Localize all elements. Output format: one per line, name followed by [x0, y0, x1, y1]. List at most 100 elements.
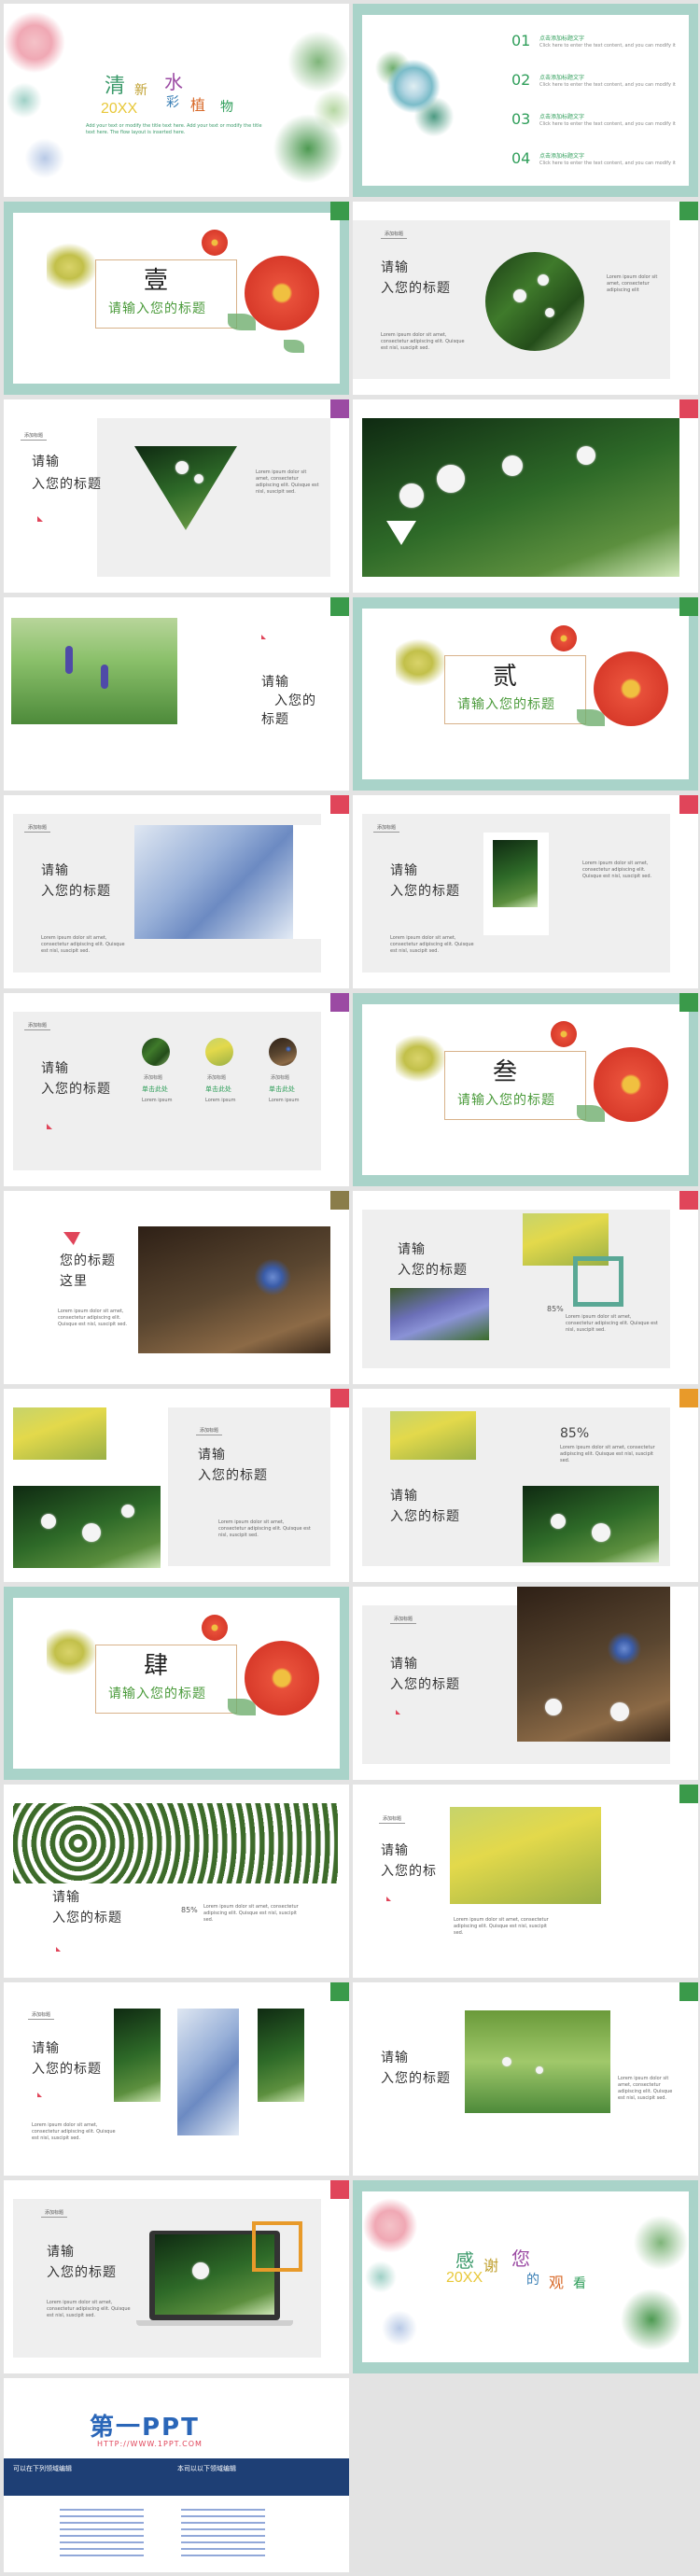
slide-title-line1: 请输	[390, 1657, 418, 1672]
cover-title-char-2: 新	[134, 83, 148, 98]
cover-title-char-4: 彩	[166, 95, 180, 110]
slide-19[interactable]: 请输 入您的标题 85% Lorem ipsum dolor sit amet,…	[4, 1785, 349, 1978]
cover-subtitle: Add your text or modify the title text h…	[86, 123, 262, 135]
tag-chip: 添加标题	[381, 230, 408, 239]
slide-11[interactable]: 添加标题 请输 入您的标题 添加标题 添加标题 添加标题 单击此处 单击此处 单…	[4, 993, 349, 1186]
page-badge	[330, 202, 349, 220]
page-badge	[679, 993, 698, 1012]
bokeh-flower-photo	[138, 1226, 330, 1353]
slide-14[interactable]: 请输 入您的标题 85% Lorem ipsum dolor sit amet,…	[353, 1191, 698, 1384]
brand-url[interactable]: HTTP://WWW.1PPT.COM	[97, 2440, 203, 2448]
gray-panel	[168, 1407, 330, 1566]
slide-title-line2: 入您的标题	[198, 1468, 268, 1483]
page-badge	[330, 993, 349, 1012]
slide-18[interactable]: 添加标题 请输 入您的标题	[353, 1587, 698, 1780]
grape-hyacinth	[101, 665, 108, 689]
side-text: Lorem ipsum dolor sit amet, consectetur …	[607, 274, 658, 293]
slide-9[interactable]: 添加标题 请输 入您的标题 Lorem ipsum dolor sit amet…	[4, 795, 349, 988]
agenda-desc: Click here to enter the text content, an…	[539, 121, 676, 127]
slide-6-photo[interactable]	[353, 399, 698, 593]
credits-links-right[interactable]	[181, 2509, 265, 2561]
blue-flower-photo	[134, 825, 293, 939]
slide-22[interactable]: 请输 入您的标题 Lorem ipsum dolor sit amet, con…	[353, 1982, 698, 2176]
page-badge	[330, 2180, 349, 2199]
slide-16[interactable]: 85% Lorem ipsum dolor sit amet, consecte…	[353, 1389, 698, 1582]
slide-17-section-4[interactable]: 肆 请输入您的标题	[4, 1587, 349, 1780]
palm-leaf	[47, 239, 103, 295]
red-camellia-large	[245, 1641, 319, 1715]
white-flower	[536, 2066, 543, 2074]
flower-circle-3	[269, 1038, 297, 1066]
slide-21[interactable]: 添加标题 请输 入您的标题 Lorem ipsum dolor sit amet…	[4, 1982, 349, 2176]
slide-23[interactable]: 添加标题 请输 入您的标题 Lorem ipsum dolor sit amet…	[4, 2180, 349, 2373]
red-flag-marker	[63, 1232, 80, 1245]
agenda-number: 03	[511, 110, 531, 128]
slide-20[interactable]: 添加标题 请输 入您的标 Lorem ipsum dolor sit amet,…	[353, 1785, 698, 1978]
section-number-char: 壹	[144, 267, 169, 295]
watercolor-flowers-left	[4, 4, 106, 197]
circle-flower-photo	[485, 252, 584, 351]
white-flower	[577, 446, 595, 465]
white-flower-photo	[523, 1486, 659, 1562]
slide-13[interactable]: 您的标题 这里 Lorem ipsum dolor sit amet, cons…	[4, 1191, 349, 1384]
slide-title-line1: 请输	[47, 2245, 75, 2260]
slide-12-section-3[interactable]: 叁 请输入您的标题	[353, 993, 698, 1186]
body-text: Lorem ipsum dolor sit amet, consectetur …	[47, 2300, 131, 2318]
laptop-base	[136, 2320, 293, 2326]
body-text: Lorem ipsum dolor sit amet, consectetur …	[560, 1445, 655, 1463]
watercolor-leaves-right	[595, 2191, 689, 2362]
slide-10[interactable]: 添加标题 请输 入您的标题 Lorem ipsum dolor sit amet…	[353, 795, 698, 988]
page-badge	[679, 597, 698, 616]
red-triangle-marker	[47, 1124, 52, 1129]
slide-3-section-1[interactable]: 壹 请输入您的标题	[4, 202, 349, 395]
white-flower	[502, 455, 523, 476]
slide-2-agenda[interactable]: 01 点击添加标题文字 Click here to enter the text c…	[353, 4, 698, 197]
slide-4[interactable]: 添加标题 请输 入您的标题 Lorem ipsum dolor sit amet…	[353, 202, 698, 395]
agenda-item[interactable]: 04 点击添加标题文字 Click here to enter the text c…	[511, 149, 679, 183]
leaf	[228, 1699, 256, 1715]
white-flower	[592, 1523, 610, 1542]
lavender-field-photo	[11, 618, 177, 724]
thanks-char-3: 您	[511, 2247, 531, 2270]
white-flower-photo	[13, 1486, 161, 1568]
slide-24-thanks[interactable]: 感 谢 您 的 观 看 20XX	[353, 2180, 698, 2373]
slide-title-line2: 入您的标题	[47, 2265, 117, 2280]
agenda-desc: Click here to enter the text content, an…	[539, 161, 676, 166]
slide-1-cover[interactable]: 清 新 水 彩 植 物 20XX Add your text or modify…	[4, 4, 349, 197]
red-triangle-marker	[396, 1710, 400, 1715]
slide-title-line1: 请输	[390, 1489, 418, 1504]
slide-title-line2: 入您的标题	[41, 884, 111, 899]
body-text: Lorem ipsum dolor sit amet, consectetur …	[218, 1519, 311, 1538]
agenda-list: 01 点击添加标题文字 Click here to enter the text c…	[511, 32, 679, 189]
slide-15[interactable]: 添加标题 请输 入您的标题 Lorem ipsum dolor sit amet…	[4, 1389, 349, 1582]
percent-value: 85%	[547, 1305, 564, 1313]
agenda-item[interactable]: 02 点击添加标题文字 Click here to enter the text c…	[511, 71, 679, 105]
agenda-item[interactable]: 01 点击添加标题文字 Click here to enter the text c…	[511, 32, 679, 65]
slide-title-line1: 请输	[52, 1890, 80, 1905]
agenda-item[interactable]: 03 点击添加标题文字 Click here to enter the text c…	[511, 110, 679, 144]
col-sub-2: 单击此处	[205, 1085, 231, 1093]
palm-leaf	[396, 1030, 452, 1086]
tag-chip: 添加标题	[41, 2208, 68, 2218]
red-camellia-bud	[202, 230, 228, 256]
brand-logo: 第一PPT	[90, 2414, 200, 2442]
section-title: 请输入您的标题	[457, 1093, 555, 1108]
leaf	[577, 709, 605, 726]
body-text: Lorem ipsum dolor sit amet, consectetur …	[454, 1917, 549, 1936]
red-triangle-marker	[386, 1897, 391, 1901]
slide-8-section-2[interactable]: 贰 请输入您的标题	[353, 597, 698, 791]
red-camellia-bud	[551, 625, 577, 651]
slide-25-credits[interactable]: 第一PPT HTTP://WWW.1PPT.COM 可以在下列领域编辑 本司以以…	[4, 2378, 349, 2572]
red-camellia-large	[594, 651, 668, 726]
red-triangle-marker	[261, 635, 266, 639]
slide-5[interactable]: 添加标题 请输 入您的标题 Lorem ipsum dolor sit amet…	[4, 399, 349, 593]
slide-title-line2: 入您的标题	[32, 2062, 102, 2077]
bokeh-flower-photo	[517, 1587, 670, 1742]
cover-title-char-6: 物	[220, 100, 234, 115]
thanks-char-2: 谢	[483, 2257, 500, 2275]
body-text: Lorem ipsum dolor sit amet, consectetur …	[32, 2122, 116, 2141]
white-flower	[545, 1699, 562, 1715]
vertical-photo-2	[177, 2009, 239, 2135]
credits-links-left[interactable]	[60, 2509, 144, 2561]
slide-7[interactable]: 请输 入您的 标题	[4, 597, 349, 791]
